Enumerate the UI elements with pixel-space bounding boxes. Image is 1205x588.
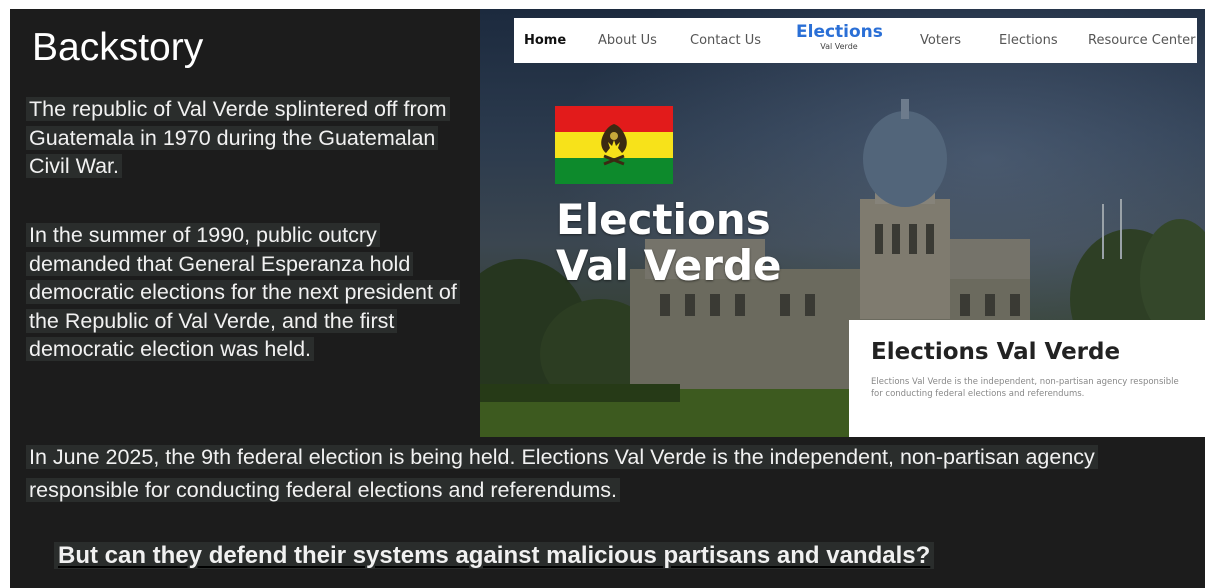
website-screenshot: Home About Us Contact Us Elections Val V… bbox=[480, 9, 1205, 437]
nav-resource-center-link[interactable]: Resource Center bbox=[1088, 33, 1196, 48]
hero-line-2: Val Verde bbox=[556, 241, 782, 290]
backstory-paragraph-3: In June 2025, the 9th federal election i… bbox=[26, 441, 1196, 507]
paragraph-text: The republic of Val Verde splintered off… bbox=[26, 97, 450, 178]
hero-line-1: Elections bbox=[556, 195, 771, 244]
tagline: But can they defend their systems agains… bbox=[54, 541, 935, 571]
val-verde-flag bbox=[555, 106, 673, 184]
hero-title: Elections Val Verde bbox=[556, 197, 782, 289]
nav-home-link[interactable]: Home bbox=[524, 33, 566, 48]
tagline-text: But can they defend their systems agains… bbox=[54, 542, 935, 569]
brand-title: Elections bbox=[796, 22, 883, 42]
paragraph-text: In June 2025, the 9th federal election i… bbox=[26, 445, 1098, 502]
nav-voters-link[interactable]: Voters bbox=[920, 33, 961, 48]
brand-subtitle: Val Verde bbox=[820, 42, 858, 51]
slide-title: Backstory bbox=[32, 26, 204, 69]
backstory-paragraph-1: The republic of Val Verde splintered off… bbox=[26, 95, 481, 181]
site-brand-logo[interactable]: Elections Val Verde bbox=[796, 22, 883, 52]
eagle-emblem-icon bbox=[601, 124, 627, 166]
site-navbar: Home About Us Contact Us Elections Val V… bbox=[514, 18, 1197, 63]
paragraph-text: In the summer of 1990, public outcry dem… bbox=[26, 223, 460, 361]
backstory-paragraph-2: In the summer of 1990, public outcry dem… bbox=[26, 221, 481, 364]
info-card: Elections Val Verde Elections Val Verde … bbox=[849, 320, 1205, 437]
info-card-title: Elections Val Verde bbox=[871, 339, 1121, 365]
info-card-text: Elections Val Verde is the independent, … bbox=[871, 377, 1179, 399]
slide: Backstory The republic of Val Verde spli… bbox=[10, 9, 1205, 588]
nav-elections-link[interactable]: Elections bbox=[999, 33, 1058, 48]
nav-contact-us-link[interactable]: Contact Us bbox=[690, 33, 761, 48]
nav-about-us-link[interactable]: About Us bbox=[598, 33, 657, 48]
